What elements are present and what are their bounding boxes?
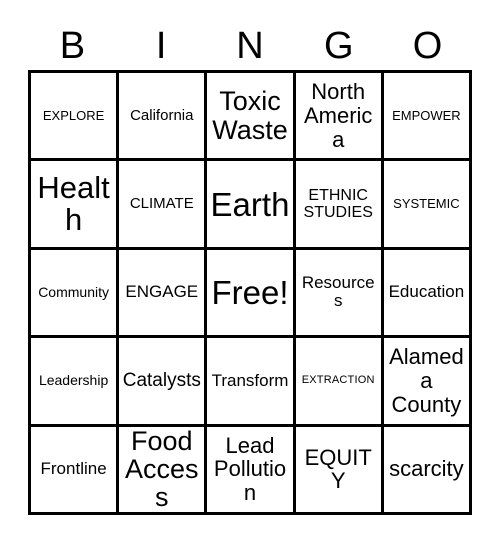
bingo-cell-label: Toxic Waste	[212, 86, 288, 145]
bingo-cell[interactable]: California	[119, 73, 208, 162]
bingo-cell[interactable]: ENGAGE	[119, 249, 208, 339]
bingo-cell[interactable]: Earth	[207, 161, 296, 250]
bingo-cell-label: CLIMATE	[129, 195, 194, 212]
bingo-cell[interactable]: Transform	[207, 338, 296, 427]
bingo-cell[interactable]: Resources	[295, 249, 384, 339]
bingo-cell-label: ETHNIC STUDIES	[303, 186, 373, 222]
bingo-cell-label: Health	[37, 170, 110, 238]
bingo-header-letter-b: B	[59, 25, 86, 67]
bingo-cell-label: EXTRACTION	[301, 373, 375, 386]
bingo-cell[interactable]: SYSTEMIC	[383, 161, 472, 250]
bingo-header-row: B I N G O	[28, 19, 472, 66]
bingo-cell[interactable]: scarcity	[383, 426, 472, 515]
bingo-cell-label: Lead Pollution	[213, 432, 287, 506]
bingo-cell-label: Catalysts	[122, 369, 201, 391]
bingo-grid: EXPLORE California Toxic Waste North Americ…	[28, 70, 472, 515]
bingo-cell[interactable]: ETHNIC STUDIES	[295, 161, 384, 250]
bingo-cell-label: Resources	[301, 273, 375, 311]
bingo-cell-label: scarcity	[389, 456, 464, 482]
bingo-cell-label: California	[130, 106, 194, 124]
bingo-cell[interactable]: Health	[31, 161, 120, 250]
bingo-cell-label: Community	[38, 283, 109, 300]
bingo-cell-label: EXPLORE	[42, 107, 105, 123]
bingo-cell[interactable]: Frontline	[31, 426, 120, 515]
bingo-cell[interactable]: CLIMATE	[119, 161, 208, 250]
bingo-cell[interactable]: EXPLORE	[31, 73, 120, 162]
bingo-cell-label: ENGAGE	[125, 282, 199, 302]
bingo-cell-label: Education	[388, 282, 465, 302]
bingo-cell-label: North America	[303, 79, 373, 152]
bingo-header-letter-o: O	[412, 25, 443, 67]
bingo-cell-label: EMPOWER	[392, 107, 461, 123]
bingo-cell-label: SYSTEMIC	[393, 196, 460, 212]
bingo-header-letter-i: I	[155, 25, 167, 67]
bingo-cell[interactable]: EQUITY	[295, 426, 384, 515]
bingo-cell-label: Earth	[210, 185, 290, 223]
bingo-cell[interactable]: Education	[383, 249, 472, 339]
bingo-header-letter-n: N	[236, 25, 264, 67]
bingo-header-letter-g: G	[324, 25, 354, 67]
bingo-cell[interactable]: Food Access	[119, 426, 208, 515]
bingo-cell-label: Transform	[211, 370, 289, 390]
bingo-cell-label: EQUITY	[304, 444, 372, 494]
bingo-cell[interactable]: EMPOWER	[383, 73, 472, 162]
bingo-cell-label: Frontline	[40, 459, 107, 479]
bingo-card: B I N G O EXPLORE California Toxic Waste No…	[0, 0, 501, 544]
bingo-cell-label: Leadership	[38, 372, 109, 389]
bingo-cell[interactable]: Community	[31, 249, 120, 339]
bingo-cell-label: Food Access	[125, 426, 199, 513]
bingo-cell[interactable]: Free!	[207, 249, 296, 339]
bingo-cell[interactable]: EXTRACTION	[295, 338, 384, 427]
bingo-cell[interactable]: Lead Pollution	[207, 426, 296, 515]
bingo-cell[interactable]: Leadership	[31, 338, 120, 427]
bingo-cell[interactable]: Alameda County	[383, 338, 472, 427]
bingo-cell[interactable]: Toxic Waste	[207, 73, 296, 162]
bingo-cell-label: Free!	[211, 273, 289, 311]
bingo-cell-label: Alameda County	[389, 344, 464, 417]
bingo-cell[interactable]: Catalysts	[119, 338, 208, 427]
bingo-cell[interactable]: North America	[295, 73, 384, 162]
